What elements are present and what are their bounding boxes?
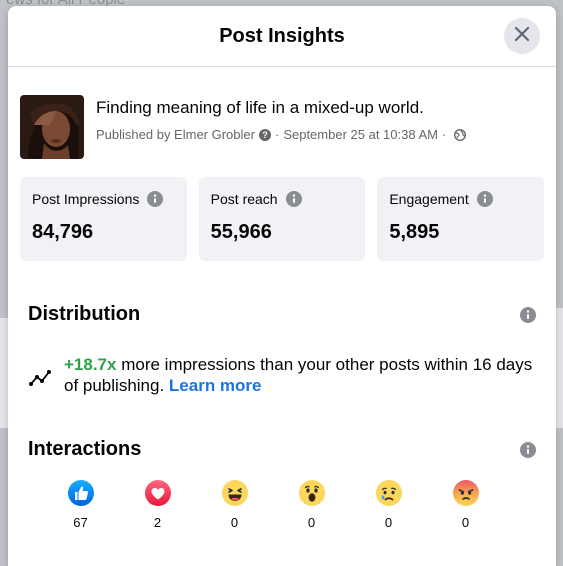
separator: · bbox=[441, 127, 447, 142]
dialog-title: Post Insights bbox=[219, 24, 345, 47]
reaction-haha[interactable]: 0 bbox=[196, 479, 273, 530]
close-icon bbox=[513, 25, 531, 48]
stat-value: 55,966 bbox=[210, 221, 272, 243]
post-insights-dialog: Post Insights Finding meaning of life in… bbox=[8, 6, 556, 566]
distribution-title: Distribution bbox=[28, 303, 141, 325]
reaction-wow[interactable]: 0 bbox=[273, 479, 350, 530]
like-icon bbox=[67, 479, 95, 507]
stat-card-engagement: Engagement 5,895 bbox=[377, 177, 545, 261]
stat-card-reach: Post reach 55,966 bbox=[198, 177, 366, 261]
stat-label: Post reach bbox=[210, 191, 278, 207]
learn-more-link[interactable]: Learn more bbox=[169, 376, 262, 395]
reaction-count: 0 bbox=[384, 515, 393, 530]
reaction-like[interactable]: 67 bbox=[42, 479, 119, 530]
globe-icon bbox=[454, 128, 467, 141]
stat-label: Post Impressions bbox=[32, 191, 140, 207]
distribution-delta: +18.7x bbox=[64, 355, 117, 374]
love-icon bbox=[144, 479, 172, 507]
reaction-sad[interactable]: 0 bbox=[350, 479, 427, 530]
interactions-header: Interactions bbox=[8, 438, 556, 461]
reaction-count: 0 bbox=[307, 515, 316, 530]
post-meta: Finding meaning of life in a mixed-up wo… bbox=[96, 95, 467, 159]
post-text: Finding meaning of life in a mixed-up wo… bbox=[96, 98, 424, 117]
close-button[interactable] bbox=[504, 18, 540, 54]
info-icon[interactable] bbox=[520, 306, 536, 323]
reaction-count: 0 bbox=[230, 515, 239, 530]
info-icon[interactable] bbox=[476, 191, 493, 207]
svg-text:?: ? bbox=[262, 130, 268, 140]
distribution-header: Distribution bbox=[8, 303, 556, 326]
reaction-love[interactable]: 2 bbox=[119, 479, 196, 530]
stat-card-impressions: Post Impressions 84,796 bbox=[20, 177, 187, 261]
post-thumbnail[interactable] bbox=[20, 95, 84, 159]
distribution-row: +18.7x more impressions than your other … bbox=[8, 326, 556, 396]
stat-value: 84,796 bbox=[32, 221, 94, 243]
reactions-row: 67 2 0 0 0 0 bbox=[8, 461, 556, 530]
published-line: Published by Elmer Grobler ? · September… bbox=[96, 127, 467, 142]
backdrop-card-right bbox=[555, 308, 563, 428]
post-summary: Finding meaning of life in a mixed-up wo… bbox=[8, 67, 556, 159]
separator: · bbox=[274, 127, 280, 142]
post-date[interactable]: September 25 at 10:38 AM bbox=[283, 127, 438, 142]
reaction-angry[interactable]: 0 bbox=[427, 479, 504, 530]
distribution-description: more impressions than your other posts w… bbox=[64, 355, 533, 395]
sad-icon bbox=[375, 479, 403, 507]
haha-icon bbox=[221, 479, 249, 507]
interactions-title: Interactions bbox=[28, 438, 142, 460]
question-icon[interactable]: ? bbox=[258, 128, 271, 141]
stats-row: Post Impressions 84,796 Post reach 55,96… bbox=[8, 159, 556, 261]
reaction-count: 2 bbox=[153, 515, 162, 530]
reaction-count: 67 bbox=[73, 515, 88, 530]
wow-icon bbox=[298, 479, 326, 507]
info-icon[interactable] bbox=[520, 441, 536, 458]
reaction-count: 0 bbox=[461, 515, 470, 530]
dialog-header: Post Insights bbox=[8, 6, 556, 67]
trend-icon bbox=[28, 366, 52, 390]
info-icon[interactable] bbox=[147, 191, 164, 207]
info-icon[interactable] bbox=[285, 191, 302, 207]
publisher-text: Published by Elmer Grobler bbox=[96, 127, 255, 142]
distribution-text: +18.7x more impressions than your other … bbox=[64, 354, 544, 396]
angry-icon bbox=[452, 479, 480, 507]
stat-value: 5,895 bbox=[389, 221, 440, 243]
stat-label: Engagement bbox=[389, 191, 469, 207]
